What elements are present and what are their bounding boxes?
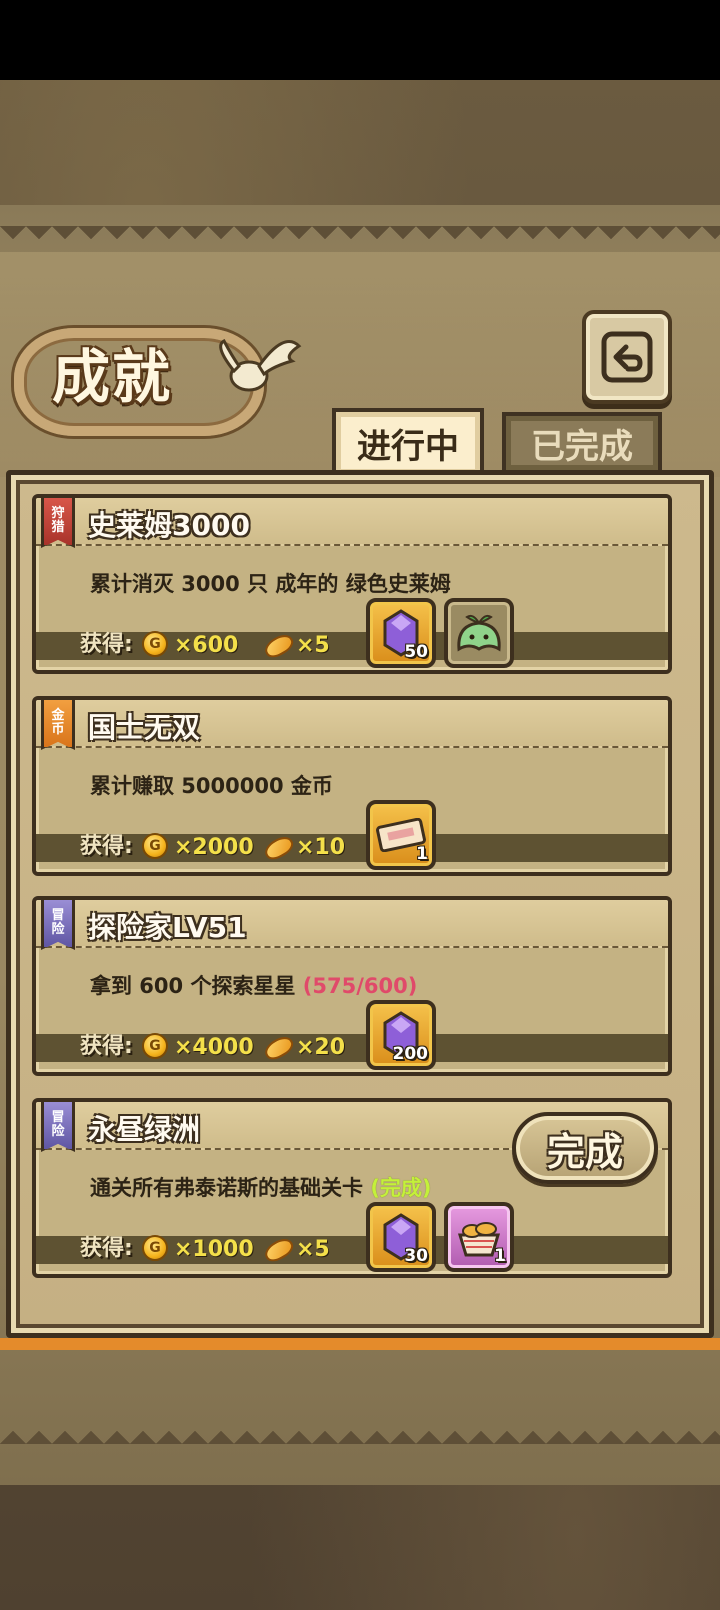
gold-reward: ×4000 [174, 1035, 254, 1060]
gold-reward: ×600 [174, 633, 239, 658]
bread-reward: ×5 [296, 1237, 330, 1262]
panel-zigzag-bottom [0, 1418, 720, 1444]
list-frame-border [0, 1338, 720, 1350]
back-button[interactable] [582, 310, 672, 404]
achievement-desc: 拿到 600 个探索星星 (575/600) [90, 970, 417, 1000]
achievement-name: 史莱姆3000 [88, 509, 250, 542]
reward-item[interactable]: 30 [366, 1202, 436, 1272]
item-count: 1 [416, 844, 428, 864]
title-badge: 成就 [14, 310, 304, 440]
achievement-desc: 累计消灭 3000 只 成年的 绿色史莱姆 [90, 568, 451, 598]
green-slime-icon [457, 614, 501, 652]
item-count: 50 [404, 642, 428, 662]
reward-item[interactable]: 1 [444, 1202, 514, 1272]
achievement-name: 永昼绿洲 [88, 1113, 201, 1146]
achievement-desc: 累计赚取 5000000 金币 [90, 770, 333, 800]
gold-reward: ×2000 [174, 835, 254, 860]
progress-text: (完成) [370, 1176, 432, 1200]
item-count: 200 [392, 1044, 429, 1064]
gold-coin-icon: G [142, 631, 168, 657]
bread-reward: ×10 [296, 835, 346, 860]
category-label: 狩猎 [51, 506, 65, 535]
bread-reward: ×5 [296, 633, 330, 658]
tab-in-progress[interactable]: 进行中 [332, 408, 484, 474]
reward-item[interactable] [444, 598, 514, 668]
tab-completed[interactable]: 已完成 [502, 412, 662, 470]
achievement-name: 国士无双 [88, 711, 201, 744]
panel-zigzag-top [0, 226, 720, 252]
reward-label: 获得: [80, 632, 133, 657]
category-label: 金币 [51, 708, 65, 737]
item-count: 30 [404, 1246, 428, 1266]
achievement-card: 狩猎 史莱姆3000 累计消灭 3000 只 成年的 绿色史莱姆 获得: G ×… [32, 494, 672, 674]
achievement-card: 金币 国士无双 累计赚取 5000000 金币 获得: G ×2000 ×10 … [32, 696, 672, 876]
reward-item[interactable]: 200 [366, 1000, 436, 1070]
reward-label: 获得: [80, 1034, 133, 1059]
gold-coin-icon: G [142, 1235, 168, 1261]
reward-label: 获得: [80, 834, 133, 859]
progress-text: (575/600) [302, 974, 418, 998]
return-arrow-icon [601, 331, 653, 383]
gold-coin-icon: G [142, 833, 168, 859]
reward-label: 获得: [80, 1236, 133, 1261]
category-label: 冒险 [51, 908, 65, 937]
achievement-desc: 通关所有弗泰诺斯的基础关卡 (完成) [90, 1172, 432, 1202]
desc-text: 通关所有弗泰诺斯的基础关卡 [90, 1176, 363, 1200]
complete-button[interactable]: 完成 [512, 1112, 658, 1184]
bread-reward: ×20 [296, 1035, 346, 1060]
achievement-name: 探险家LV51 [88, 911, 247, 944]
winged-egg-icon [219, 339, 302, 392]
page-title: 成就 [52, 343, 173, 411]
achievement-card: 冒险 探险家LV51 拿到 600 个探索星星 (575/600) 获得: G … [32, 896, 672, 1076]
status-bar [0, 0, 720, 80]
desc-text: 拿到 600 个探索星星 [90, 974, 296, 998]
desc-text: 累计消灭 3000 只 成年的 绿色史莱姆 [90, 572, 451, 596]
category-label: 冒险 [51, 1110, 65, 1139]
desc-text: 累计赚取 5000000 金币 [90, 774, 333, 798]
reward-item[interactable]: 1 [366, 800, 436, 870]
reward-item[interactable]: 50 [366, 598, 436, 668]
gold-coin-icon: G [142, 1033, 168, 1059]
gold-reward: ×1000 [174, 1237, 254, 1262]
item-count: 1 [494, 1246, 506, 1266]
